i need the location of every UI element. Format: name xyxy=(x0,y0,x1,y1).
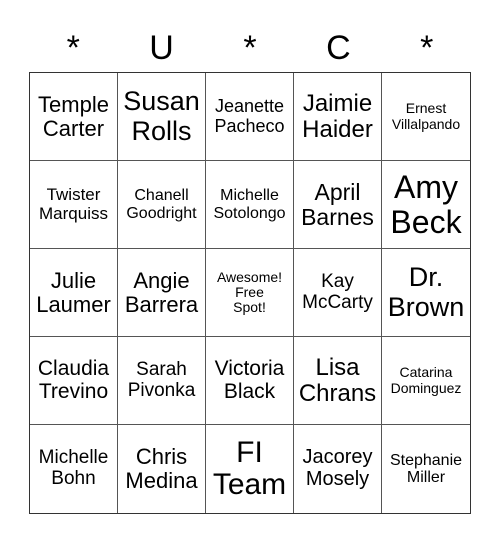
bingo-cell[interactable]: Twister Marquiss xyxy=(30,161,118,249)
bingo-cell-text: Michelle Bohn xyxy=(38,447,109,489)
bingo-cell-text: Ernest Villalpando xyxy=(391,100,461,132)
bingo-cell[interactable]: Jaimie Haider xyxy=(294,73,382,161)
bingo-cell-text: Angie Barrera xyxy=(124,267,199,317)
bingo-cell[interactable]: Jeanette Pacheco xyxy=(206,73,294,161)
header-letter: C xyxy=(326,29,351,67)
bingo-cell-text: Temple Carter xyxy=(38,91,109,141)
bingo-cell-text: April Barnes xyxy=(301,178,374,230)
bingo-cell-text: Awesome! Free Spot! xyxy=(216,268,283,316)
bingo-cell[interactable]: Dr. Brown xyxy=(382,249,470,337)
bingo-cell-text: Sarah Pivonka xyxy=(127,358,196,401)
bingo-cell-text: Victoria Black xyxy=(214,356,285,403)
bingo-header: * U * C * xyxy=(29,26,471,70)
bingo-cell[interactable]: Claudia Trevino xyxy=(30,337,118,425)
bingo-cell-text: Michelle Sotolongo xyxy=(213,187,286,222)
bingo-free-space[interactable]: Awesome! Free Spot! xyxy=(206,249,294,337)
bingo-cell-text: Chris Medina xyxy=(125,444,198,493)
bingo-cell[interactable]: Michelle Sotolongo xyxy=(206,161,294,249)
bingo-cell[interactable]: Angie Barrera xyxy=(118,249,206,337)
bingo-cell[interactable]: Kay McCarty xyxy=(294,249,382,337)
bingo-cell[interactable]: Sarah Pivonka xyxy=(118,337,206,425)
header-letter: * xyxy=(66,29,80,67)
bingo-cell-text: Catarina Dominguez xyxy=(390,364,462,396)
bingo-cell[interactable]: Temple Carter xyxy=(30,73,118,161)
bingo-cell[interactable]: Susan Rolls xyxy=(118,73,206,161)
bingo-cell[interactable]: Lisa Chrans xyxy=(294,337,382,425)
header-letter: * xyxy=(243,29,257,67)
bingo-cell[interactable]: Michelle Bohn xyxy=(30,425,118,513)
bingo-cell-text: Susan Rolls xyxy=(123,86,200,146)
bingo-cell-text: Claudia Trevino xyxy=(37,356,110,403)
bingo-cell-text: Stephanie Miller xyxy=(389,451,463,486)
bingo-cell[interactable]: Amy Beck xyxy=(382,161,470,249)
bingo-cell-text: Twister Marquiss xyxy=(39,185,108,223)
bingo-cell-text: Jeanette Pacheco xyxy=(214,96,285,136)
bingo-cell-text: Kay McCarty xyxy=(302,270,373,313)
bingo-cell[interactable]: Catarina Dominguez xyxy=(382,337,470,425)
bingo-cell[interactable]: Victoria Black xyxy=(206,337,294,425)
bingo-cell-text: Chanell Goodright xyxy=(126,187,197,222)
header-letter: U xyxy=(149,29,174,67)
bingo-cell[interactable]: Ernest Villalpando xyxy=(382,73,470,161)
bingo-cell-text: Amy Beck xyxy=(390,168,462,240)
bingo-cell-text: Dr. Brown xyxy=(387,262,465,322)
bingo-cell-text: Jacorey Mosely xyxy=(302,446,373,490)
bingo-cell[interactable]: Chanell Goodright xyxy=(118,161,206,249)
bingo-cell-text: Lisa Chrans xyxy=(298,353,377,407)
bingo-cell-text: FI Team xyxy=(212,435,287,501)
bingo-cell[interactable]: Stephanie Miller xyxy=(382,425,470,513)
header-letter: * xyxy=(420,29,434,67)
bingo-cell-text: Jaimie Haider xyxy=(302,89,373,143)
bingo-cell[interactable]: April Barnes xyxy=(294,161,382,249)
bingo-cell[interactable]: Jacorey Mosely xyxy=(294,425,382,513)
bingo-cell[interactable]: FI Team xyxy=(206,425,294,513)
bingo-cell[interactable]: Chris Medina xyxy=(118,425,206,513)
bingo-card: Temple Carter Susan Rolls Jeanette Pacheco… xyxy=(29,72,471,514)
bingo-cell[interactable]: Julie Laumer xyxy=(30,249,118,337)
bingo-cell-text: Julie Laumer xyxy=(36,267,111,317)
